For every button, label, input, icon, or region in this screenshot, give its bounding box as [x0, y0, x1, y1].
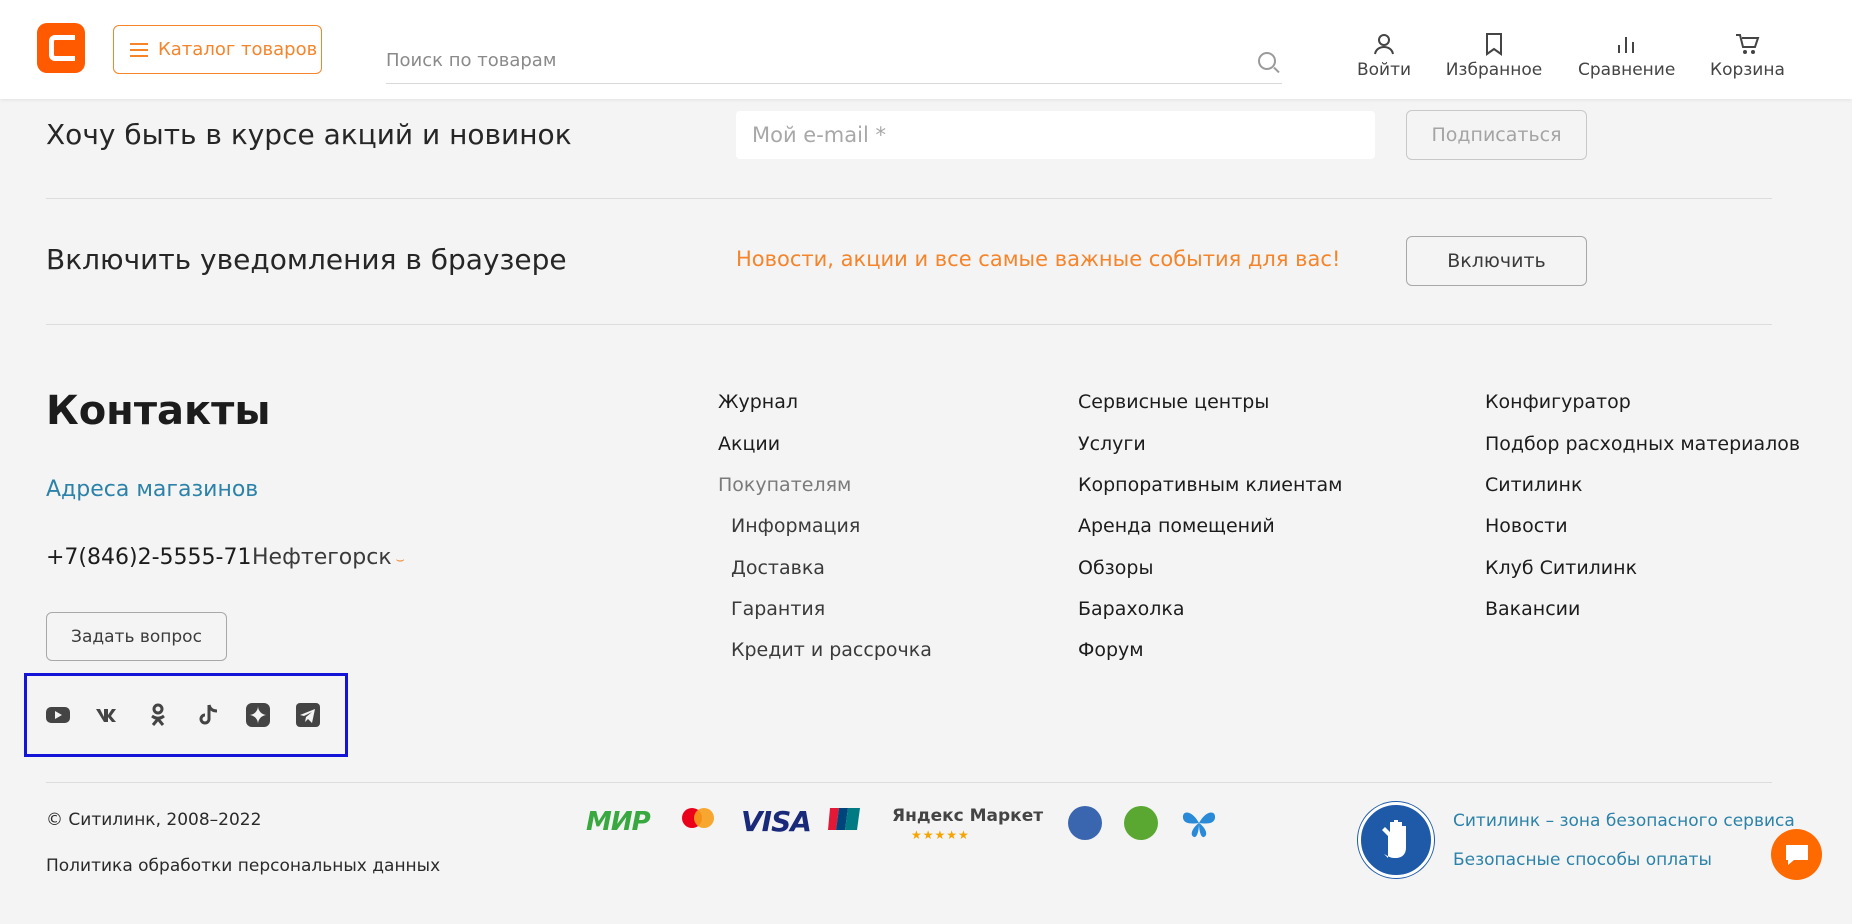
safe-payment-link[interactable]: Безопасные способы оплаты: [1453, 850, 1712, 870]
phone-number[interactable]: +7(846)2-5555-71: [46, 545, 251, 570]
notifications-title: Включить уведомления в браузере: [46, 243, 567, 276]
stores-link[interactable]: Адреса магазинов: [46, 477, 258, 502]
divider: [46, 198, 1772, 199]
mir-logo: МИР: [586, 807, 651, 837]
citilink-logo[interactable]: [37, 23, 85, 73]
user-icon: [1356, 30, 1412, 58]
bookmark-icon: [1444, 30, 1544, 58]
rating-stars-icon: ★★★★★: [911, 828, 970, 842]
notifications-text: Новости, акции и все самые важные событи…: [736, 247, 1341, 271]
footer-section-customers: Покупателям: [718, 474, 852, 496]
search-bar: [386, 44, 1282, 84]
footer-link-consumables[interactable]: Подбор расходных материалов: [1485, 433, 1800, 455]
ask-question-button[interactable]: Задать вопрос: [46, 612, 227, 661]
unionpay-logo: [828, 808, 860, 830]
footer-link-rent[interactable]: Аренда помещений: [1078, 515, 1275, 537]
telegram-icon[interactable]: [295, 702, 321, 728]
footer-link-club[interactable]: Клуб Ситилинк: [1485, 557, 1637, 579]
compare-label: Сравнение: [1578, 60, 1676, 80]
yandex-market-logo: Яндекс Маркет: [892, 806, 1043, 826]
divider: [46, 324, 1772, 325]
footer-link-configurator[interactable]: Конфигуратор: [1485, 391, 1631, 413]
safe-service-seal: [1358, 802, 1434, 878]
login-label: Войти: [1356, 60, 1412, 80]
footer-link-citilink[interactable]: Ситилинк: [1485, 474, 1582, 496]
footer-link-forum[interactable]: Форум: [1078, 639, 1144, 661]
list-icon: [130, 42, 148, 58]
cart-button[interactable]: Корзина: [1710, 30, 1785, 80]
partner-people-logo: [1124, 806, 1158, 840]
odnoklassniki-icon[interactable]: [145, 702, 171, 728]
chat-icon: [1785, 844, 1808, 865]
enable-notifications-button[interactable]: Включить: [1406, 236, 1587, 286]
mastercard-logo: [680, 806, 716, 836]
zen-icon[interactable]: [245, 702, 271, 728]
city-selector[interactable]: Нефтегорск ⌣: [252, 545, 405, 570]
copyright: © Ситилинк, 2008–2022: [46, 810, 262, 830]
header: Каталог товаров Войти Избранное Сравнени…: [0, 0, 1852, 99]
footer-link-service-centers[interactable]: Сервисные центры: [1078, 391, 1269, 413]
footer-link-flea-market[interactable]: Барахолка: [1078, 598, 1185, 620]
footer-link-journal[interactable]: Журнал: [718, 391, 798, 413]
footer-link-information[interactable]: Информация: [731, 515, 860, 537]
logo-mark-icon: [49, 35, 75, 61]
vk-icon[interactable]: [95, 702, 121, 728]
butterfly-logo: [1180, 806, 1218, 844]
tiktok-icon[interactable]: [195, 702, 221, 728]
compare-button[interactable]: Сравнение: [1578, 30, 1676, 80]
cart-label: Корзина: [1710, 60, 1785, 80]
favorites-label: Избранное: [1445, 60, 1543, 80]
safe-zone-link[interactable]: Ситилинк – зона безопасного сервиса: [1453, 811, 1795, 831]
catalog-button[interactable]: Каталог товаров: [113, 25, 322, 74]
chat-button[interactable]: [1771, 829, 1822, 880]
footer-link-news[interactable]: Новости: [1485, 515, 1568, 537]
catalog-button-label: Каталог товаров: [158, 39, 318, 60]
cart-icon: [1710, 30, 1784, 58]
footer-link-delivery[interactable]: Доставка: [731, 557, 825, 579]
yandex-market-label: Яндекс Маркет: [892, 806, 1044, 826]
footer-link-credit[interactable]: Кредит и рассрочка: [731, 639, 932, 661]
footer-link-corporate[interactable]: Корпоративным клиентам: [1078, 474, 1342, 496]
login-button[interactable]: Войти: [1356, 30, 1412, 80]
visa-logo: VISA: [741, 805, 812, 838]
akit-logo: [1068, 806, 1102, 840]
footer-link-promotions[interactable]: Акции: [718, 433, 780, 455]
email-input[interactable]: [736, 111, 1375, 159]
subscribe-title: Хочу быть в курсе акций и новинок: [46, 118, 572, 151]
privacy-policy-link[interactable]: Политика обработки персональных данных: [46, 856, 440, 876]
divider: [46, 782, 1772, 783]
footer-link-vacancies[interactable]: Вакансии: [1485, 598, 1580, 620]
favorites-button[interactable]: Избранное: [1444, 30, 1544, 80]
contacts-title: Контакты: [46, 388, 271, 434]
footer-link-services[interactable]: Услуги: [1078, 433, 1146, 455]
footer-link-reviews[interactable]: Обзоры: [1078, 557, 1153, 579]
city-label: Нефтегорск: [252, 545, 392, 570]
subscribe-button[interactable]: Подписаться: [1406, 110, 1587, 160]
footer-link-warranty[interactable]: Гарантия: [731, 598, 825, 620]
search-input[interactable]: [386, 44, 1282, 76]
search-icon[interactable]: [1258, 52, 1276, 70]
youtube-icon[interactable]: [45, 702, 71, 728]
chevron-down-icon: ⌣: [395, 552, 405, 568]
compare-icon: [1578, 30, 1674, 58]
